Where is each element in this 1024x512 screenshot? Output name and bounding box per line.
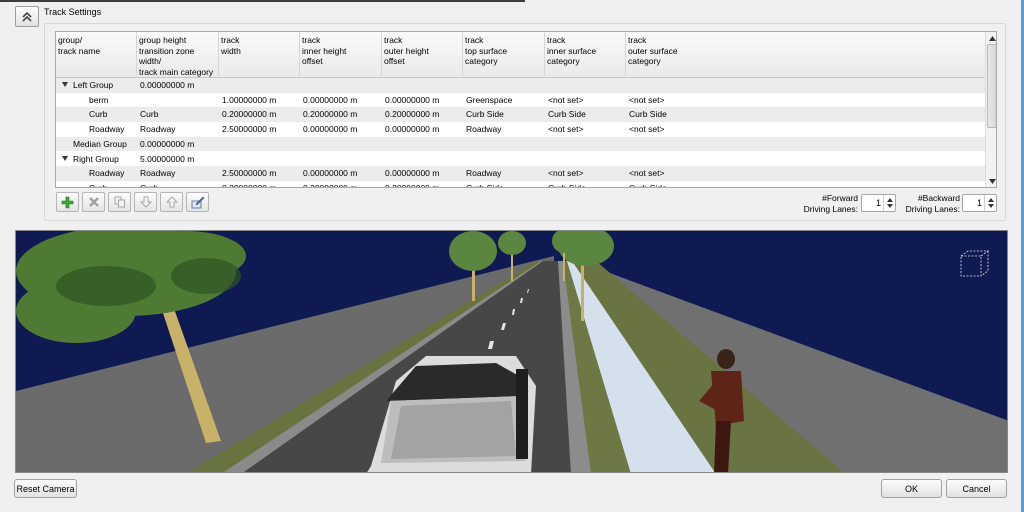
cell-inner-height[interactable]: 0.20000000 m <box>303 183 357 187</box>
backward-lanes-stepper[interactable] <box>984 195 996 211</box>
road-scene-render <box>16 231 1007 472</box>
step-up-icon[interactable] <box>988 198 994 202</box>
cell-top-surface[interactable]: Roadway <box>466 124 501 134</box>
scroll-thumb[interactable] <box>987 44 996 128</box>
column-header-track-width[interactable]: track width <box>219 32 300 78</box>
table-row[interactable]: Roadway Roadway 2.50000000 m 0.00000000 m 0.… <box>56 166 985 181</box>
add-track-button[interactable] <box>56 192 79 212</box>
scroll-up-icon[interactable] <box>986 32 996 44</box>
cell-inner-height[interactable]: 0.00000000 m <box>303 95 357 105</box>
ok-button[interactable]: OK <box>881 479 942 498</box>
column-header-group-height[interactable]: group height transition zone width/ trac… <box>137 32 219 78</box>
expand-arrow-icon[interactable] <box>62 155 68 161</box>
column-header-top-surface[interactable]: track top surface category <box>463 32 545 78</box>
cell-name[interactable]: Curb <box>89 109 107 119</box>
cell-top-surface[interactable]: Greenspace <box>466 95 512 105</box>
copy-icon <box>114 196 125 208</box>
collapse-section-button[interactable] <box>15 6 39 27</box>
table-header: group/ track name group height transitio… <box>56 32 985 78</box>
move-down-button[interactable] <box>134 192 157 212</box>
cell-name[interactable]: Median Group <box>73 139 127 149</box>
cell-inner-surface[interactable]: <not set> <box>548 168 583 178</box>
cell-outer-surface[interactable]: <not set> <box>629 124 664 134</box>
cell-top-surface[interactable]: Curb Side <box>466 183 504 187</box>
delete-icon <box>88 197 99 207</box>
move-up-icon <box>165 196 178 208</box>
track-table[interactable]: group/ track name group height transitio… <box>55 31 997 188</box>
table-row[interactable]: Left Group 0.00000000 m <box>56 78 985 93</box>
cell-group-height[interactable]: Curb <box>140 109 158 119</box>
column-header-track-name[interactable]: group/ track name <box>56 32 137 78</box>
column-header-outer-height[interactable]: track outer height offset <box>382 32 463 78</box>
forward-lanes-value[interactable]: 1 <box>876 198 881 208</box>
cell-group-height[interactable]: Curb <box>140 183 158 187</box>
add-icon <box>61 196 74 208</box>
double-chevron-up-icon <box>22 11 32 22</box>
expand-arrow-icon[interactable] <box>62 82 68 87</box>
cell-outer-surface[interactable]: Curb Side <box>629 109 667 119</box>
window-top-edge <box>0 0 525 2</box>
cell-inner-surface[interactable]: Curb Side <box>548 109 586 119</box>
cell-outer-height[interactable]: 0.00000000 m <box>385 124 439 134</box>
section-title: Track Settings <box>44 7 102 17</box>
table-row[interactable]: Right Group 5.00000000 m <box>56 152 985 167</box>
table-scrollbar[interactable] <box>985 32 996 187</box>
cell-name[interactable]: Left Group <box>73 80 113 90</box>
table-row[interactable]: Curb Curb 0.20000000 m 0.20000000 m 0.200000… <box>56 107 985 123</box>
column-header-inner-height[interactable]: track inner height offset <box>300 32 382 78</box>
cell-inner-surface[interactable]: Curb Side <box>548 183 586 187</box>
table-row[interactable]: Roadway Roadway 2.50000000 m 0.00000000 m 0.… <box>56 122 985 137</box>
column-header-outer-surface[interactable]: track outer surface category <box>626 32 985 78</box>
cell-width[interactable]: 0.20000000 m <box>222 183 276 187</box>
backward-lanes-spinbox[interactable]: 1 <box>962 194 997 212</box>
cell-name[interactable]: berm <box>89 95 108 105</box>
cell-group-height[interactable]: 5.00000000 m <box>140 154 194 164</box>
cell-name[interactable]: Right Group <box>73 154 119 164</box>
cell-outer-surface[interactable]: <not set> <box>629 168 664 178</box>
edit-track-button[interactable] <box>186 192 209 212</box>
cell-group-height[interactable]: Roadway <box>140 168 175 178</box>
cell-outer-height[interactable]: 0.00000000 m <box>385 95 439 105</box>
cell-group-height[interactable]: 0.00000000 m <box>140 80 194 90</box>
forward-lanes-spinbox[interactable]: 1 <box>861 194 896 212</box>
table-row[interactable]: Curb Curb 0.20000000 m 0.20000000 m 0.200000… <box>56 181 985 187</box>
move-up-button[interactable] <box>160 192 183 212</box>
edit-icon <box>191 196 204 208</box>
cell-outer-surface[interactable]: <not set> <box>629 95 664 105</box>
backward-lanes-label: #Backward Driving Lanes: <box>905 193 960 214</box>
cell-name[interactable]: Curb <box>89 183 107 187</box>
cell-name[interactable]: Roadway <box>89 124 124 134</box>
forward-lanes-label: #Forward Driving Lanes: <box>803 193 858 214</box>
move-down-icon <box>139 196 152 208</box>
cell-name[interactable]: Roadway <box>89 168 124 178</box>
delete-track-button[interactable] <box>82 192 105 212</box>
cell-top-surface[interactable]: Curb Side <box>466 109 504 119</box>
cell-outer-surface[interactable]: Curb Side <box>629 183 667 187</box>
3d-preview-viewport[interactable] <box>15 230 1008 473</box>
table-row[interactable]: berm 1.00000000 m 0.00000000 m 0.00000000 m… <box>56 93 985 108</box>
cell-outer-height[interactable]: 0.20000000 m <box>385 183 439 187</box>
cell-inner-height[interactable]: 0.20000000 m <box>303 109 357 119</box>
cell-inner-surface[interactable]: <not set> <box>548 124 583 134</box>
scroll-down-icon[interactable] <box>986 175 996 187</box>
table-row[interactable]: Median Group 0.00000000 m <box>56 136 985 152</box>
reset-camera-button[interactable]: Reset Camera <box>14 479 77 498</box>
cell-inner-height[interactable]: 0.00000000 m <box>303 124 357 134</box>
cell-group-height[interactable]: 0.00000000 m <box>140 139 194 149</box>
cell-width[interactable]: 0.20000000 m <box>222 109 276 119</box>
copy-track-button[interactable] <box>108 192 131 212</box>
cancel-button[interactable]: Cancel <box>946 479 1007 498</box>
cell-inner-surface[interactable]: <not set> <box>548 95 583 105</box>
cell-group-height[interactable]: Roadway <box>140 124 175 134</box>
backward-lanes-value[interactable]: 1 <box>977 198 982 208</box>
cell-top-surface[interactable]: Roadway <box>466 168 501 178</box>
cell-inner-height[interactable]: 0.00000000 m <box>303 168 357 178</box>
cell-width[interactable]: 2.50000000 m <box>222 168 276 178</box>
cell-outer-height[interactable]: 0.00000000 m <box>385 168 439 178</box>
cell-outer-height[interactable]: 0.20000000 m <box>385 109 439 119</box>
step-down-icon[interactable] <box>988 204 994 208</box>
column-header-inner-surface[interactable]: track inner surface category <box>545 32 626 78</box>
cell-width[interactable]: 1.00000000 m <box>222 95 276 105</box>
cell-width[interactable]: 2.50000000 m <box>222 124 276 134</box>
